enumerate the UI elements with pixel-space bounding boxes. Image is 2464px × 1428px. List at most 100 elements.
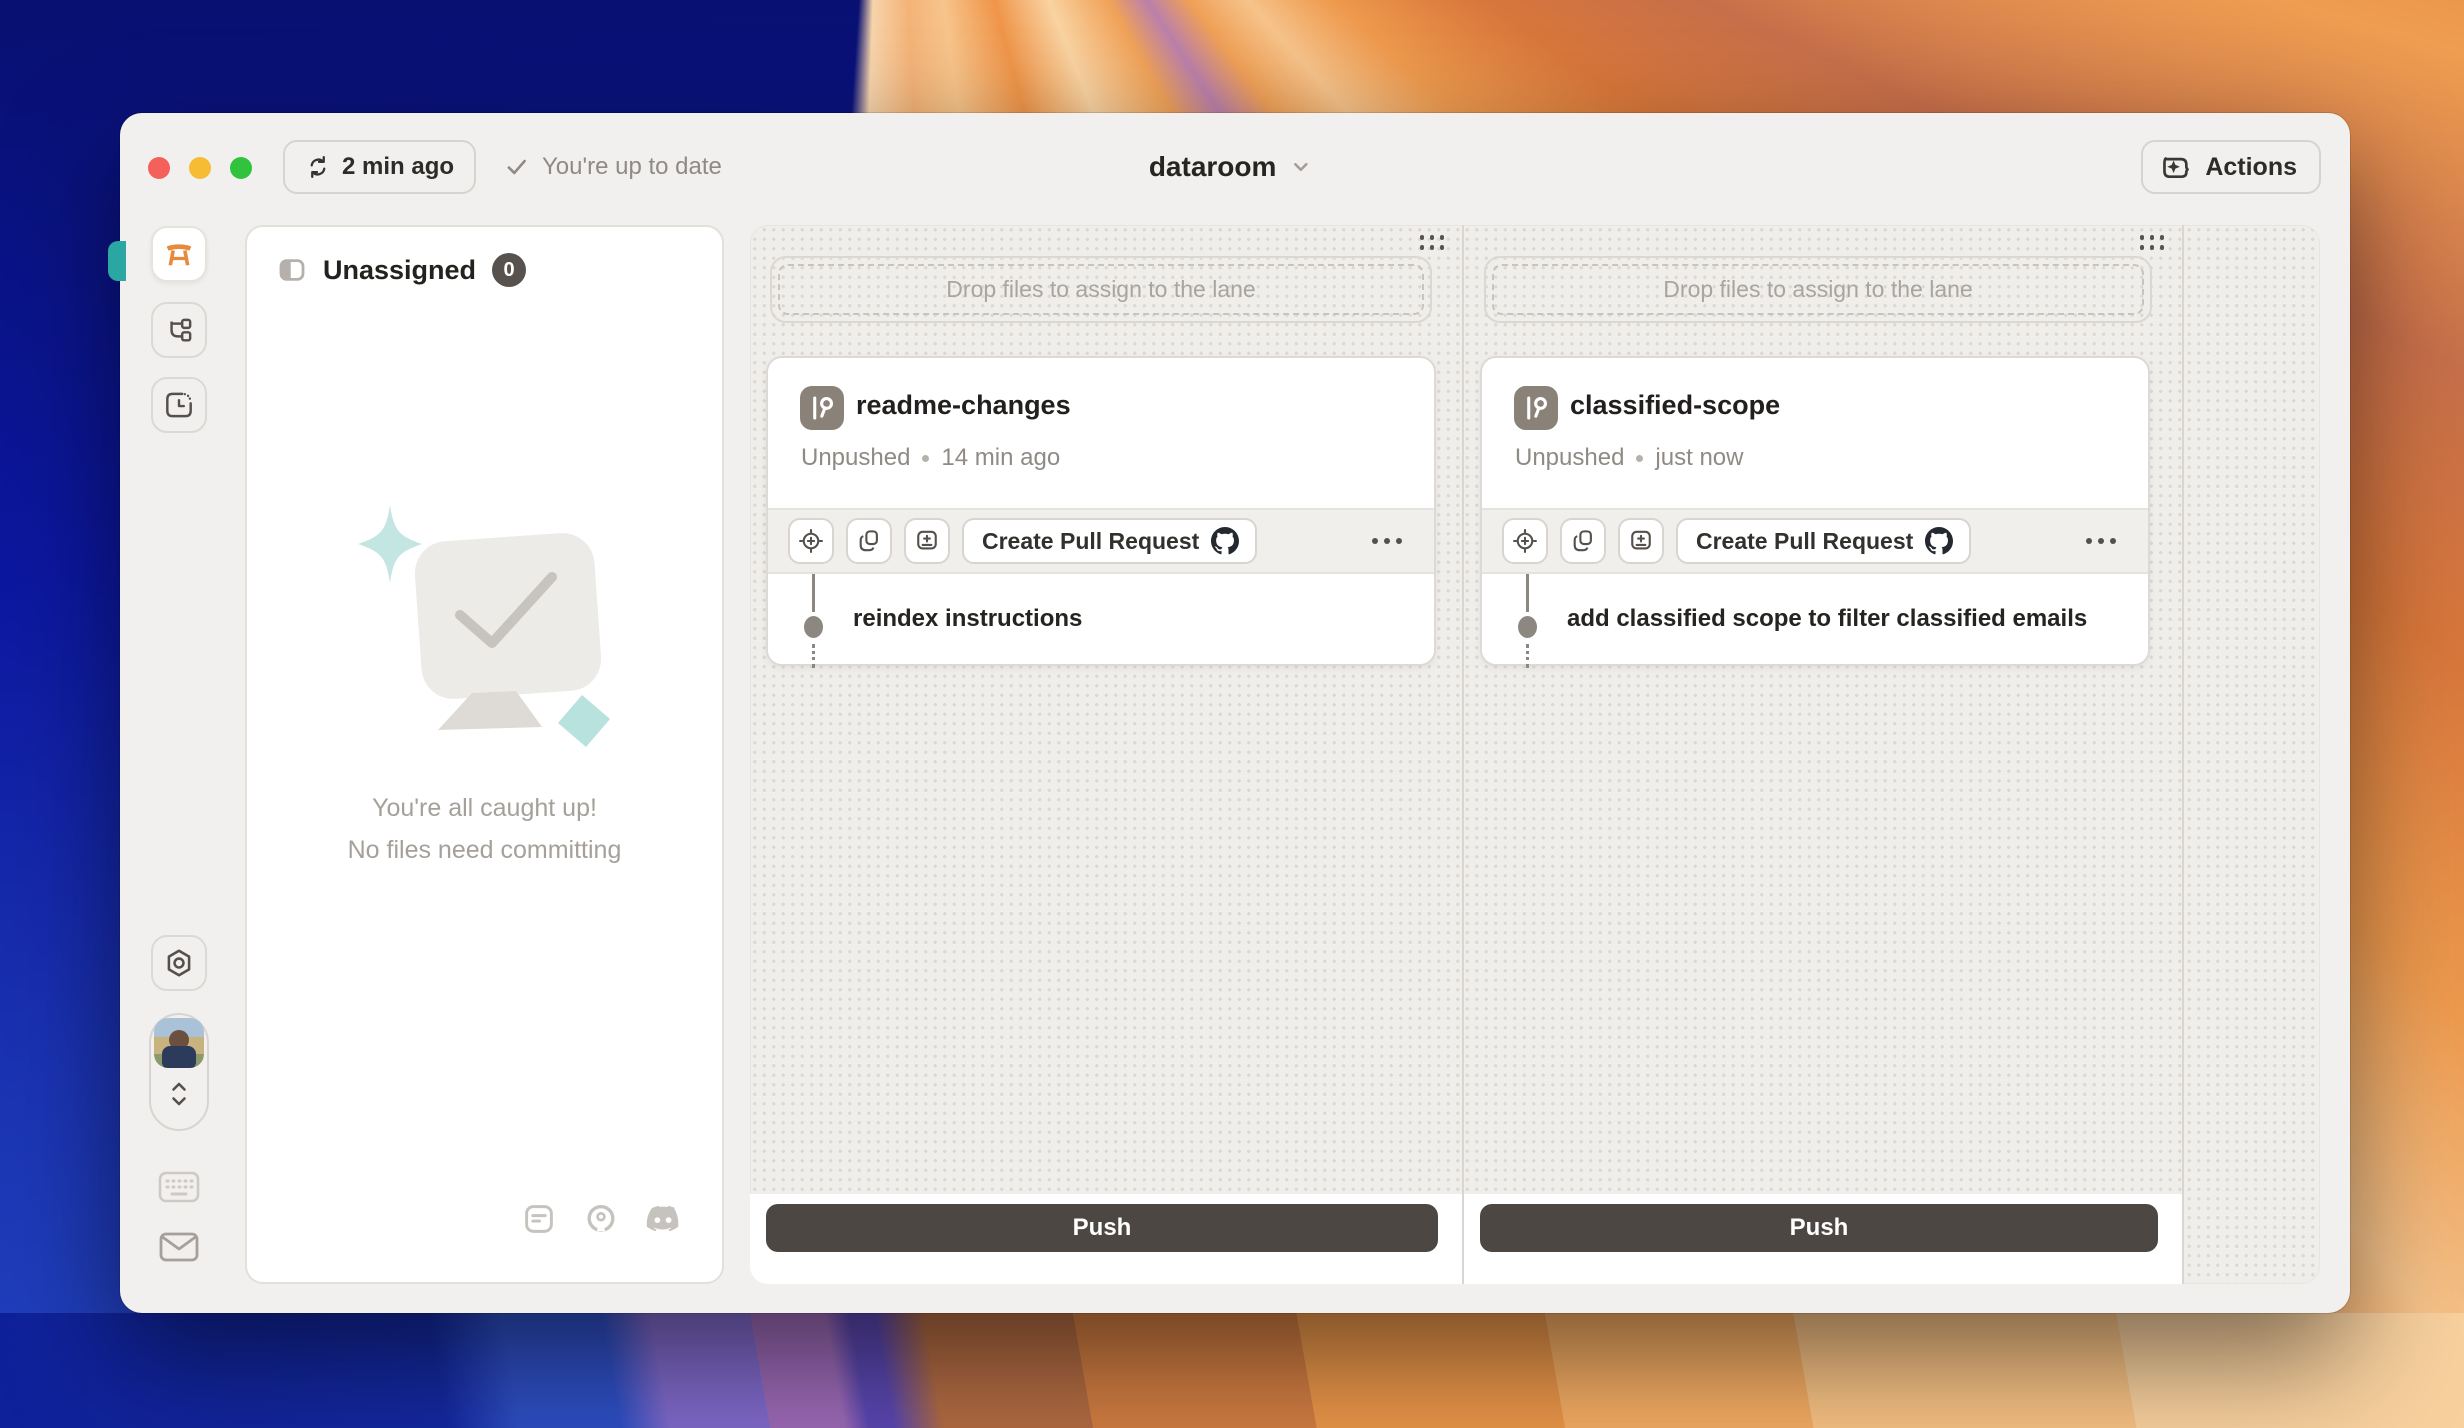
profile-switcher [149,1013,209,1131]
lane-drag-handle[interactable] [1420,235,1445,250]
branch-card: classified-scope Unpushed just now [1480,356,2150,666]
create-pr-label: Create Pull Request [982,528,1199,555]
unassigned-panel: Unassigned 0 You're all caught up! No fi… [245,225,724,1284]
rail-workspace-button[interactable] [151,226,207,282]
create-pr-button[interactable]: Create Pull Request [1676,518,1971,564]
actions-button[interactable]: Actions [2141,140,2321,194]
feedback-note-button[interactable] [520,1200,558,1238]
unassigned-count-badge: 0 [492,253,526,287]
drop-zone[interactable]: Drop files to assign to the lane [770,256,1432,323]
wallpaper-bottom-stripes [0,1313,2464,1428]
drop-zone-label: Drop files to assign to the lane [778,264,1424,315]
copy-branch-button[interactable] [846,518,892,564]
branches-icon [162,313,196,347]
avatar[interactable] [154,1018,204,1068]
unassigned-title: Unassigned [323,255,476,286]
active-project-indicator [108,241,126,281]
gitbutler-window: 2 min ago You're up to date dataroom Act… [120,113,2350,1313]
commit-graph-line [812,574,815,612]
github-icon [1211,527,1239,555]
empty-state-subtitle: No files need committing [247,829,722,871]
project-selector[interactable]: dataroom [1149,140,1312,194]
empty-state-title: You're all caught up! [247,787,722,829]
lane-footer: Push [750,1194,1462,1284]
lane-drag-handle[interactable] [2140,235,2165,250]
unassigned-header: Unassigned 0 [277,253,526,287]
drop-zone-label: Drop files to assign to the lane [1492,264,2144,315]
lane-classified-scope: Drop files to assign to the lane classif… [1464,225,2182,1284]
branch-name[interactable]: classified-scope [1570,390,1780,421]
settings-button[interactable] [151,935,207,991]
rail-branches-button[interactable] [151,302,207,358]
commit-message: reindex instructions [853,605,1082,633]
actions-sparkle-icon [2159,150,2193,184]
history-clock-icon [162,388,196,422]
new-empty-commit-button[interactable] [1618,518,1664,564]
status-text: You're up to date [542,153,722,181]
open-source-icon[interactable] [582,1200,620,1238]
commit-row[interactable]: add classified scope to filter classifie… [1482,574,2148,664]
meta-separator [922,455,929,462]
branch-time: just now [1655,444,1743,472]
branch-toolbar: Create Pull Request [1482,508,2148,574]
traffic-lights [148,157,252,179]
minimize-button[interactable] [189,157,211,179]
more-button[interactable] [2086,538,2116,544]
lane-readme-changes: Drop files to assign to the lane readme-… [750,225,1462,1284]
gear-icon [162,946,196,980]
commit-message: add classified scope to filter classifie… [1567,605,2087,633]
sync-icon [305,154,331,180]
commit-graph-dot [804,616,823,638]
meta-separator [1636,455,1643,462]
close-button[interactable] [148,157,170,179]
sync-status: You're up to date [504,140,722,194]
empty-state-illustration [320,495,650,775]
zoom-button[interactable] [230,157,252,179]
keyboard-shortcuts-button[interactable] [157,1169,201,1205]
branch-time: 14 min ago [941,444,1060,472]
branch-name[interactable]: readme-changes [856,390,1071,421]
rail-history-button[interactable] [151,377,207,433]
check-icon [504,154,530,180]
workbench-icon [161,236,197,272]
branch-badge [800,386,844,430]
lane-empty-partial [2184,225,2320,1284]
commit-graph-line [1526,574,1529,612]
push-button[interactable]: Push [766,1204,1438,1252]
actions-label: Actions [2205,153,2297,182]
branch-status: Unpushed [801,444,910,472]
empty-state-text: You're all caught up! No files need comm… [247,787,722,871]
branch-badge [1514,386,1558,430]
mail-button[interactable] [157,1229,201,1265]
discord-icon[interactable] [644,1200,682,1238]
branch-meta: Unpushed just now [1515,444,1743,472]
sync-label: 2 min ago [342,153,454,181]
branch-toolbar: Create Pull Request [768,508,1434,574]
commit-graph-dotted-line [812,644,815,668]
assign-target-button[interactable] [788,518,834,564]
github-icon [1925,527,1953,555]
commit-graph-dotted-line [1526,644,1529,668]
branch-status: Unpushed [1515,444,1624,472]
project-title: dataroom [1149,151,1277,183]
assign-target-button[interactable] [1502,518,1548,564]
create-pr-button[interactable]: Create Pull Request [962,518,1257,564]
push-button[interactable]: Push [1480,1204,2158,1252]
drop-zone[interactable]: Drop files to assign to the lane [1484,256,2152,323]
create-pr-label: Create Pull Request [1696,528,1913,555]
chevron-down-icon [1289,156,1311,178]
panel-footer-links [520,1200,682,1238]
lanes-container: Drop files to assign to the lane readme-… [750,225,2320,1284]
commit-graph-dot [1518,616,1537,638]
avatar-photo-body [162,1046,196,1068]
branch-card: readme-changes Unpushed 14 min ago [766,356,1436,666]
new-empty-commit-button[interactable] [904,518,950,564]
split-view-icon [277,255,307,285]
lane-footer: Push [1464,1194,2182,1284]
branch-meta: Unpushed 14 min ago [801,444,1060,472]
copy-branch-button[interactable] [1560,518,1606,564]
commit-row[interactable]: reindex instructions [768,574,1434,664]
sync-button[interactable]: 2 min ago [283,140,476,194]
more-button[interactable] [1372,538,1402,544]
switch-profile-button[interactable] [165,1077,193,1111]
